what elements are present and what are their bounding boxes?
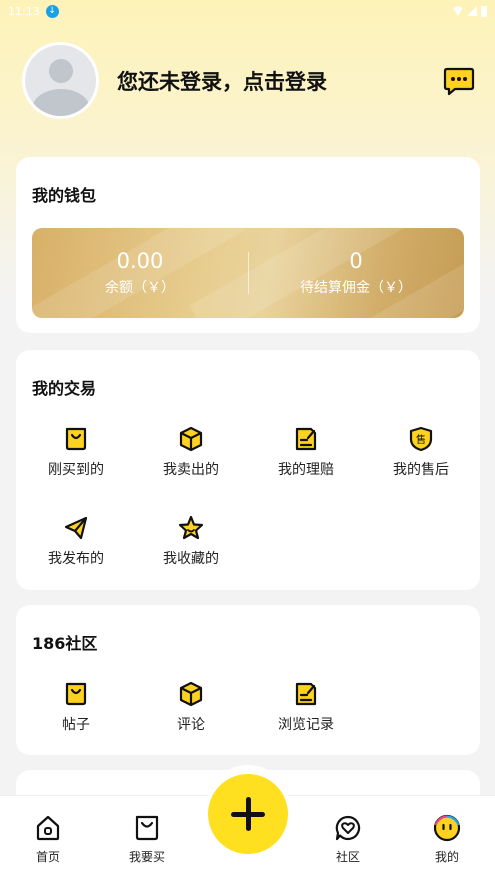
face-icon (433, 814, 461, 842)
community-item-history[interactable]: 浏览记录 (248, 681, 364, 734)
balance-block[interactable]: 0.00 余额（￥） (32, 228, 248, 318)
trade-item-label: 我发布的 (48, 551, 104, 567)
trade-item-label: 我的售后 (393, 462, 449, 478)
trade-item-published[interactable]: 我发布的 (18, 515, 134, 568)
status-bar: 11:13 ↓ (0, 0, 495, 22)
svg-text:售: 售 (416, 433, 426, 446)
wifi-icon (453, 6, 463, 16)
pending-value: 0 (349, 249, 363, 273)
nav-buy[interactable]: 我要买 (107, 814, 187, 865)
shield-icon: 售 (409, 426, 433, 452)
note-icon (295, 682, 317, 706)
battery-icon (481, 5, 487, 17)
box-icon (179, 681, 203, 707)
login-prompt[interactable]: 您还未登录，点击登录 (117, 66, 327, 96)
wallet-card: 我的钱包 0.00 余额（￥） 0 待结算佣金（￥） (16, 157, 480, 333)
publish-button[interactable] (208, 774, 288, 854)
trade-item-label: 我的理赔 (278, 462, 334, 478)
pending-commission-block[interactable]: 0 待结算佣金（￥） (248, 228, 464, 318)
balance-value: 0.00 (116, 249, 164, 273)
community-item-posts[interactable]: 帖子 (18, 681, 134, 734)
download-icon: ↓ (45, 4, 59, 18)
trade-item-sold[interactable]: 我卖出的 (133, 426, 249, 479)
wallet-title: 我的钱包 (32, 186, 97, 205)
balance-label: 余额（￥） (105, 280, 175, 296)
home-icon (36, 815, 60, 841)
note-icon (295, 427, 317, 451)
nav-label: 我要买 (128, 850, 165, 864)
bag-icon (65, 682, 87, 706)
nav-home[interactable]: 首页 (8, 814, 88, 865)
trade-title: 我的交易 (32, 379, 97, 398)
box-icon (179, 426, 203, 452)
status-time: 11:13 (8, 4, 40, 18)
trade-item-label: 我卖出的 (163, 462, 219, 478)
community-item-label: 浏览记录 (278, 717, 334, 733)
community-title: 186社区 (32, 634, 98, 653)
avatar[interactable] (22, 42, 99, 119)
community-card: 186社区 帖子 评论 浏览记录 (16, 605, 480, 755)
nav-label: 我的 (434, 850, 459, 864)
trade-item-after-sales[interactable]: 售 我的售后 (363, 426, 479, 479)
login-entry[interactable]: 您还未登录，点击登录 (22, 42, 327, 119)
trade-item-label: 我收藏的 (163, 551, 219, 567)
community-item-comments[interactable]: 评论 (133, 681, 249, 734)
wallet-banner: 0.00 余额（￥） 0 待结算佣金（￥） (32, 228, 464, 318)
status-icons (453, 5, 487, 17)
community-item-label: 帖子 (62, 717, 90, 733)
paper-plane-icon (64, 516, 88, 540)
pending-label: 待结算佣金（￥） (300, 280, 412, 296)
trade-card: 我的交易 刚买到的 我卖出的 我的理赔 售 我的售后 我发布的 我收藏的 (16, 350, 480, 590)
bag-icon (135, 815, 159, 841)
nav-community[interactable]: 社区 (308, 814, 388, 865)
trade-item-bought[interactable]: 刚买到的 (18, 426, 134, 479)
nav-label: 首页 (35, 850, 60, 864)
trade-item-label: 刚买到的 (48, 462, 104, 478)
signal-icon (467, 6, 477, 16)
nav-label: 社区 (335, 850, 360, 864)
message-icon[interactable] (443, 66, 475, 96)
heart-chat-icon (335, 815, 361, 841)
community-item-label: 评论 (177, 717, 205, 733)
trade-item-claims[interactable]: 我的理赔 (248, 426, 364, 479)
trade-item-favorites[interactable]: 我收藏的 (133, 515, 249, 568)
nav-mine[interactable]: 我的 (407, 814, 487, 865)
bag-icon (65, 427, 87, 451)
star-icon (178, 515, 204, 540)
default-avatar-icon (25, 45, 96, 116)
